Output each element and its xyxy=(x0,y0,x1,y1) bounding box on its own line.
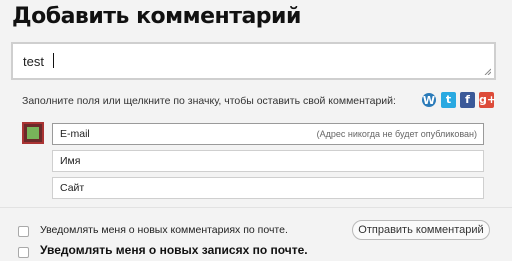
avatar-image xyxy=(27,127,39,139)
facebook-icon-glyph: f xyxy=(465,93,470,106)
text-caret xyxy=(53,53,54,68)
email-note: (Адрес никогда не будет опубликован) xyxy=(316,129,477,139)
notify-posts-label: Уведомлять меня о новых записях по почте… xyxy=(40,243,308,257)
avatar xyxy=(22,122,44,144)
email-label: E-mail xyxy=(60,128,90,140)
googleplus-icon-glyph: g+ xyxy=(479,93,497,106)
site-label: Сайт xyxy=(60,182,85,194)
comment-textarea[interactable]: test xyxy=(11,42,496,80)
comment-text: test xyxy=(23,54,44,69)
wordpress-icon-glyph: W xyxy=(422,94,436,107)
twitter-icon-glyph: t xyxy=(445,93,452,106)
notify-comments-checkbox[interactable] xyxy=(18,226,29,237)
submit-comment-button[interactable]: Отправить комментарий xyxy=(352,220,490,240)
email-field[interactable]: E-mail (Адрес никогда не будет опубликов… xyxy=(52,123,484,145)
divider xyxy=(0,207,512,208)
facebook-icon[interactable]: f xyxy=(460,92,475,108)
googleplus-icon[interactable]: g+ xyxy=(479,92,497,108)
notify-comments-label: Уведомлять меня о новых комментариях по … xyxy=(40,224,288,236)
notify-posts-checkbox[interactable] xyxy=(18,247,29,258)
twitter-icon[interactable]: t xyxy=(441,92,456,108)
site-field[interactable]: Сайт xyxy=(52,177,484,199)
page-title: Добавить комментарий xyxy=(12,4,301,29)
login-hint: Заполните поля или щелкните по значку, ч… xyxy=(22,95,396,107)
name-field[interactable]: Имя xyxy=(52,150,484,172)
resize-grip-icon[interactable] xyxy=(484,68,491,75)
name-label: Имя xyxy=(60,155,81,167)
wordpress-icon[interactable]: W xyxy=(422,93,436,107)
